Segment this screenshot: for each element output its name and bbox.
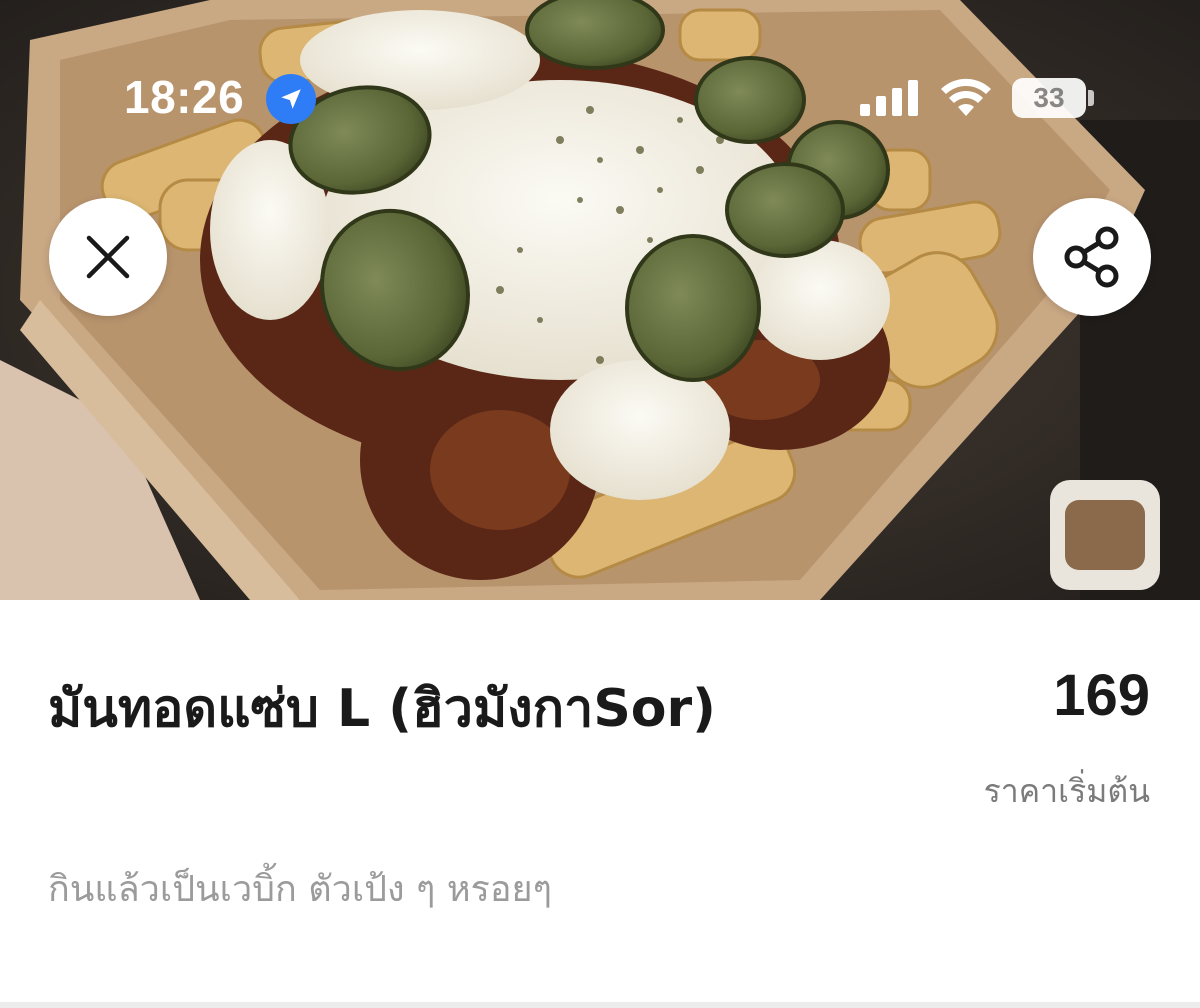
battery-level: 33 xyxy=(1033,82,1065,113)
share-button[interactable] xyxy=(1033,198,1151,316)
divider xyxy=(0,1002,1200,1008)
wifi-icon xyxy=(941,78,991,116)
item-price: 169 xyxy=(1053,663,1150,728)
cellular-signal-icon xyxy=(860,80,918,116)
battery-icon: 33 xyxy=(1012,78,1086,118)
close-icon xyxy=(86,235,130,279)
status-time: 18:26 xyxy=(124,71,245,123)
item-description: กินแล้วเป็นเวบิ้ก ตัวเป้ง ๆ หรอยๆ xyxy=(48,869,552,910)
share-icon xyxy=(1064,226,1119,288)
location-arrow-icon xyxy=(266,74,316,124)
battery-tip xyxy=(1088,90,1094,106)
hero-photo: 18:26 33 xyxy=(0,0,1200,600)
item-details: มันทอดแซ่บ L (ฮิวมังกาSor) 169 ราคาเริ่ม… xyxy=(0,600,1200,1008)
item-name: มันทอดแซ่บ L (ฮิวมังกาSor) xyxy=(48,679,716,739)
price-caption: ราคาเริ่มต้น xyxy=(983,772,1150,810)
close-button[interactable] xyxy=(49,198,167,316)
